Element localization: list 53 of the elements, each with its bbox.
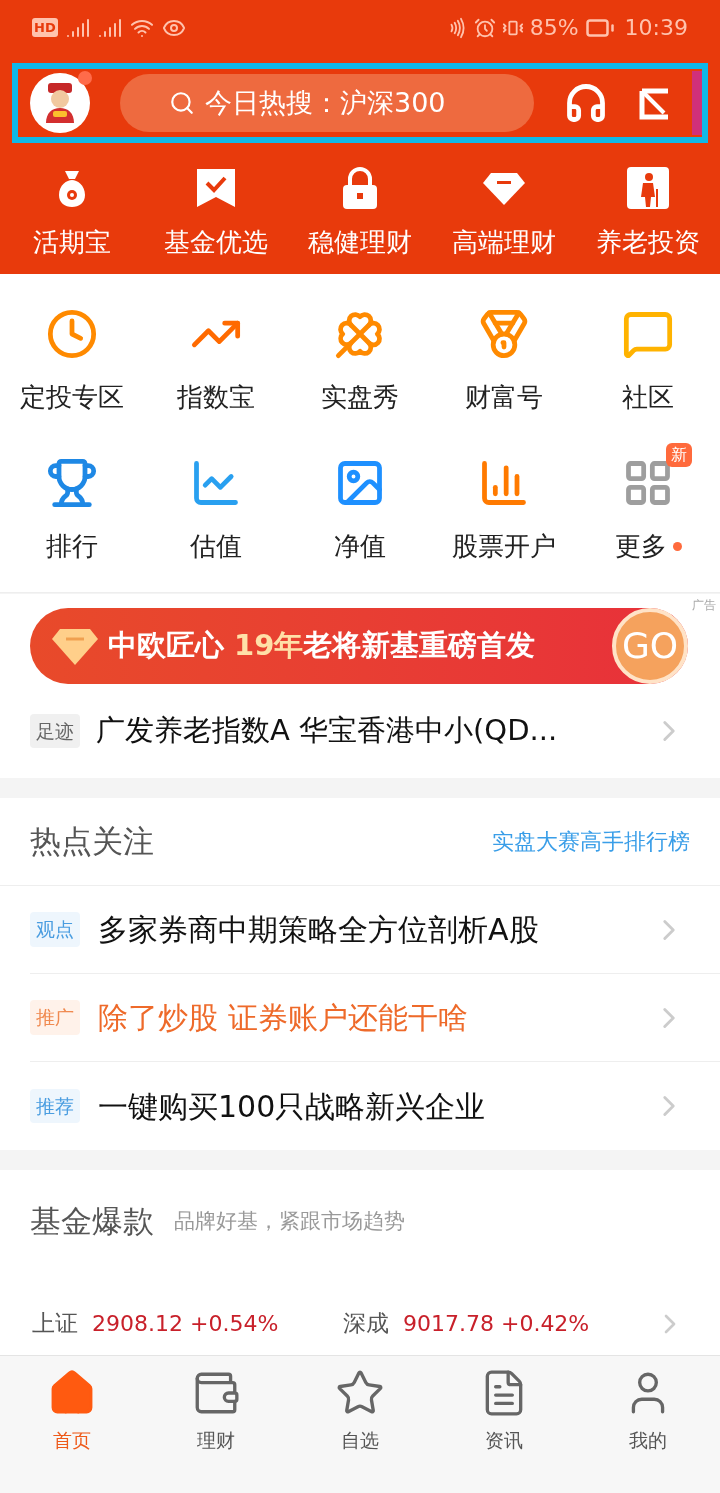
avatar[interactable] [30,73,90,133]
service-label[interactable]: 估值 [190,527,242,566]
hd-icon: HD [32,17,58,38]
index-name: 上证 [32,1309,78,1339]
nav-label[interactable]: 稳健理财 [308,223,412,262]
trophy-icon [46,457,98,509]
index-value: 2908.12 +0.54% [92,1310,279,1338]
service-label[interactable]: 定投专区 [20,378,124,417]
tab[interactable]: 自选 [288,1368,432,1493]
tab[interactable]: 理财 [144,1368,288,1493]
diamond-icon [52,627,98,665]
index-name: 深成 [343,1309,389,1339]
medal-icon [478,308,530,360]
footprint-tag: 足迹 [30,713,80,749]
news-tag: 推荐 [30,1088,80,1124]
marker-bar [692,71,702,135]
service-label[interactable]: 排行 [46,527,98,566]
nav-label[interactable]: 高端理财 [452,223,556,262]
ad-banner[interactable]: 中欧匠心 19年老将新基重磅首发 GO [30,608,688,684]
news-tag: 推广 [30,1000,80,1035]
section-subtitle: 品牌好基，紧跟市场趋势 [174,1208,405,1235]
section-title: 热点关注 [30,822,154,862]
clock-time: 10:39 [624,14,688,42]
section-title: 基金爆款 [30,1202,154,1241]
search-input[interactable]: 今日热搜：沪深300 [205,82,485,124]
news-headline[interactable]: 一键购买100只战略新兴企业 [98,1083,634,1129]
ad-label: 广告 [692,597,716,614]
index-ticker-bar[interactable]: 上证 2908.12 +0.54% 深成 9017.78 +0.42% [0,1292,720,1356]
news-headline[interactable]: 多家券商中期策略全方位剖析A股 [98,907,634,952]
tab[interactable]: 我的 [576,1368,720,1493]
service-label[interactable]: 指数宝 [177,378,255,417]
nav-label[interactable]: 基金优选 [164,223,268,262]
alarm-icon [473,16,496,39]
service-label[interactable]: 净值 [334,527,386,566]
battery-percent: 85% [529,14,579,42]
footprint-text[interactable]: 广发养老指数A 华宝香港中小(QD... [96,709,636,753]
clock-icon [46,308,98,360]
nav-label[interactable]: 活期宝 [33,223,111,262]
new-badge: 新 [666,443,692,467]
service-label[interactable]: 股票开户 [452,527,556,566]
elder-person-icon [625,165,671,211]
service-label[interactable]: 更多 [614,527,667,566]
service-label[interactable]: 实盘秀 [321,378,399,417]
nav-label[interactable]: 养老投资 [596,223,700,262]
service-label[interactable]: 财富号 [465,378,543,417]
tab[interactable]: 资讯 [432,1368,576,1493]
index-value: 9017.78 +0.42% [403,1310,590,1338]
search-icon [169,90,195,116]
search-field[interactable]: 今日热搜：沪深300 [120,74,534,132]
ad-headline: 中欧匠心 19年老将新基重磅首发 [108,627,536,665]
service-label[interactable]: 社区 [622,378,674,417]
headset-icon[interactable] [564,81,608,125]
news-tag: 观点 [30,912,80,947]
